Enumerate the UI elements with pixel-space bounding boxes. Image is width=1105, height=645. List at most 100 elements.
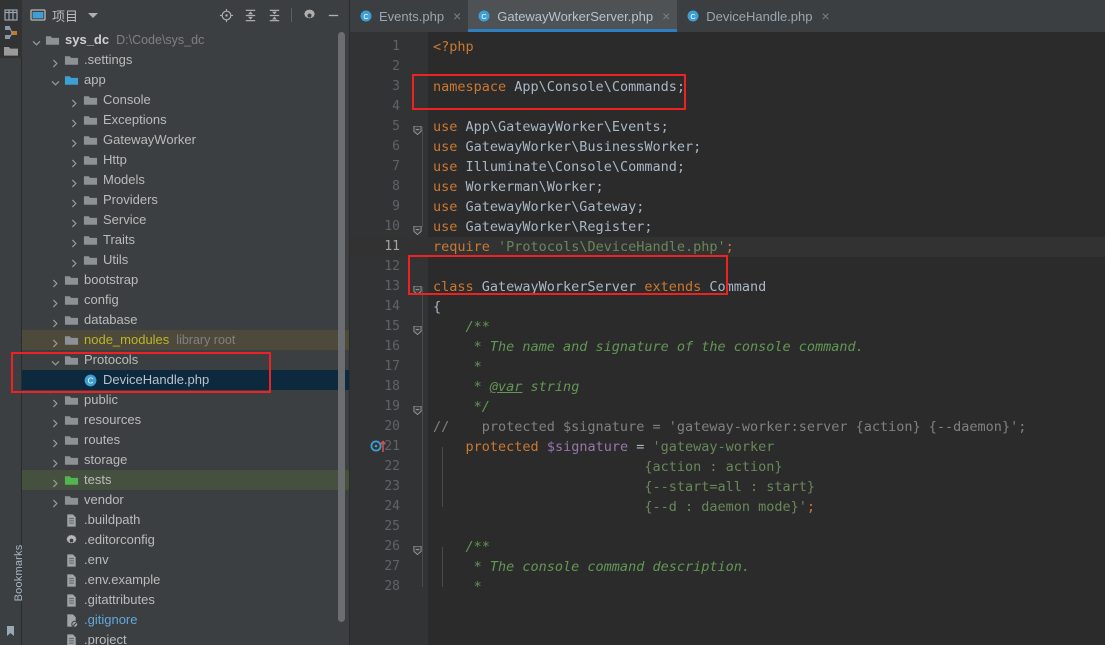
code-line-1[interactable]: <?php: [433, 37, 474, 57]
tree-row-models[interactable]: Models: [22, 170, 350, 190]
chevron-right-icon[interactable]: [51, 436, 60, 447]
tree-row-console[interactable]: Console: [22, 90, 350, 110]
code-line-22[interactable]: {action : action}: [433, 457, 782, 477]
minimize-icon[interactable]: [322, 4, 344, 26]
code-line-27[interactable]: * The console command description.: [433, 557, 750, 577]
tree-row--gitattributes[interactable]: .gitattributes: [22, 590, 350, 610]
code-line-4[interactable]: [433, 97, 441, 117]
close-icon[interactable]: ×: [822, 9, 830, 23]
editor-tab-bar[interactable]: C Events.php × C GatewayWorkerServer.php × C De…: [350, 0, 1105, 32]
chevron-right-icon[interactable]: [51, 316, 60, 327]
tree-row-routes[interactable]: routes: [22, 430, 350, 450]
editor-tab-devicehandle-php[interactable]: C DeviceHandle.php ×: [677, 0, 836, 32]
chevron-down-icon[interactable]: [88, 12, 99, 18]
code-line-9[interactable]: use GatewayWorker\Gateway;: [433, 197, 644, 217]
code-line-20[interactable]: // protected $signature = 'gateway-worke…: [433, 417, 1026, 437]
code-line-6[interactable]: use GatewayWorker\BusinessWorker;: [433, 137, 701, 157]
project-tree[interactable]: sys_dc D:\Code\sys_dc .settings app Console E…: [22, 30, 350, 645]
tree-row--settings[interactable]: .settings: [22, 50, 350, 70]
editor-tab-events-php[interactable]: C Events.php ×: [350, 0, 468, 32]
tree-row-resources[interactable]: resources: [22, 410, 350, 430]
fold-collapse-icon[interactable]: [413, 222, 422, 236]
chevron-down-icon[interactable]: [51, 356, 60, 366]
chevron-down-icon[interactable]: [51, 76, 60, 86]
fold-collapse-icon[interactable]: [413, 322, 422, 336]
code-line-13[interactable]: class GatewayWorkerServer extends Comman…: [433, 277, 766, 297]
tree-row--editorconfig[interactable]: .editorconfig: [22, 530, 350, 550]
tree-row-sys-dc[interactable]: sys_dc D:\Code\sys_dc: [22, 30, 350, 50]
code-line-19[interactable]: */: [433, 397, 490, 417]
tree-row-http[interactable]: Http: [22, 150, 350, 170]
code-line-3[interactable]: namespace App\Console\Commands;: [433, 77, 685, 97]
code-line-14[interactable]: {: [433, 297, 441, 317]
chevron-right-icon[interactable]: [70, 236, 79, 247]
chevron-right-icon[interactable]: [70, 216, 79, 227]
code-line-17[interactable]: *: [433, 357, 482, 377]
chevron-right-icon[interactable]: [51, 416, 60, 427]
code-line-23[interactable]: {--start=all : start}: [433, 477, 815, 497]
fold-collapse-icon[interactable]: [413, 282, 422, 296]
code-line-7[interactable]: use Illuminate\Console\Command;: [433, 157, 685, 177]
tree-row--project[interactable]: .project: [22, 630, 350, 645]
collapse-all-icon[interactable]: [263, 4, 285, 26]
editor-code-area[interactable]: <?php namespace App\Console\Commands; us…: [350, 32, 1105, 645]
tree-row--env[interactable]: .env: [22, 550, 350, 570]
tree-row-providers[interactable]: Providers: [22, 190, 350, 210]
editor-fold-gutter[interactable]: [370, 32, 428, 645]
tree-row-node-modules[interactable]: node_modules library root: [22, 330, 350, 350]
locate-file-icon[interactable]: [215, 4, 237, 26]
code-line-18[interactable]: * @var string: [433, 377, 580, 397]
chevron-right-icon[interactable]: [51, 396, 60, 407]
code-line-21[interactable]: protected $signature = 'gateway-worker: [433, 437, 775, 457]
expand-all-icon[interactable]: [239, 4, 261, 26]
tree-row-vendor[interactable]: vendor: [22, 490, 350, 510]
chevron-right-icon[interactable]: [70, 176, 79, 187]
tree-row-bootstrap[interactable]: bootstrap: [22, 270, 350, 290]
folder-icon[interactable]: [3, 43, 19, 59]
tree-row--buildpath[interactable]: .buildpath: [22, 510, 350, 530]
fold-collapse-icon[interactable]: [413, 542, 422, 556]
chevron-right-icon[interactable]: [51, 456, 60, 467]
chevron-right-icon[interactable]: [51, 336, 60, 347]
structure-icon[interactable]: [3, 7, 19, 23]
chevron-right-icon[interactable]: [70, 156, 79, 167]
code-line-12[interactable]: [433, 257, 441, 277]
code-line-2[interactable]: [433, 57, 441, 77]
project-panel-scrollbar[interactable]: [338, 32, 345, 622]
code-line-24[interactable]: {--d : daemon mode}';: [433, 497, 815, 517]
chevron-right-icon[interactable]: [70, 116, 79, 127]
code-line-28[interactable]: *: [433, 577, 482, 597]
code-line-11[interactable]: require 'Protocols\DeviceHandle.php';: [433, 237, 734, 257]
tree-row-gatewayworker[interactable]: GatewayWorker: [22, 130, 350, 150]
hierarchy-icon[interactable]: [3, 24, 19, 40]
code-line-10[interactable]: use GatewayWorker\Register;: [433, 217, 652, 237]
tree-row-traits[interactable]: Traits: [22, 230, 350, 250]
chevron-right-icon[interactable]: [51, 276, 60, 287]
tree-row-public[interactable]: public: [22, 390, 350, 410]
tree-row-database[interactable]: database: [22, 310, 350, 330]
chevron-right-icon[interactable]: [51, 476, 60, 487]
close-icon[interactable]: ×: [453, 9, 461, 23]
tree-row-storage[interactable]: storage: [22, 450, 350, 470]
tree-row-devicehandle-php[interactable]: C DeviceHandle.php: [22, 370, 350, 390]
code-line-5[interactable]: use App\GatewayWorker\Events;: [433, 117, 669, 137]
chevron-right-icon[interactable]: [51, 296, 60, 307]
code-line-15[interactable]: /**: [433, 317, 490, 337]
fold-expand-icon[interactable]: [413, 402, 422, 416]
chevron-right-icon[interactable]: [70, 96, 79, 107]
close-icon[interactable]: ×: [662, 9, 670, 23]
tree-row-tests[interactable]: tests: [22, 470, 350, 490]
chevron-right-icon[interactable]: [70, 256, 79, 267]
tree-row-exceptions[interactable]: Exceptions: [22, 110, 350, 130]
chevron-right-icon[interactable]: [70, 196, 79, 207]
chevron-right-icon[interactable]: [51, 496, 60, 507]
code-line-16[interactable]: * The name and signature of the console …: [433, 337, 864, 357]
gear-icon[interactable]: [298, 4, 320, 26]
chevron-down-icon[interactable]: [32, 36, 41, 46]
tree-row-protocols[interactable]: Protocols: [22, 350, 350, 370]
tree-row-service[interactable]: Service: [22, 210, 350, 230]
code-line-25[interactable]: [433, 517, 441, 537]
code-line-8[interactable]: use Workerman\Worker;: [433, 177, 604, 197]
chevron-right-icon[interactable]: [51, 56, 60, 67]
chevron-right-icon[interactable]: [70, 136, 79, 147]
